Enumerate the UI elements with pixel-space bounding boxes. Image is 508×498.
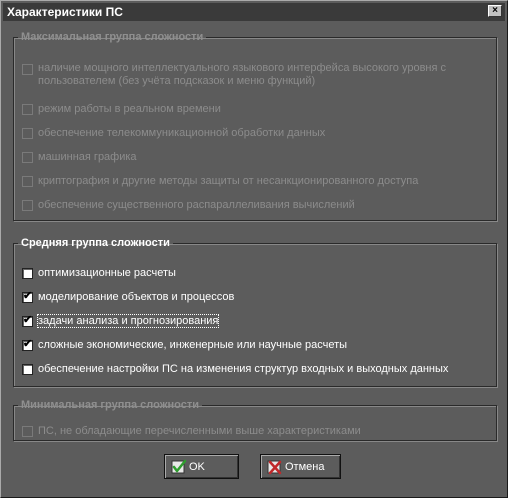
checkbox-item-telecom[interactable]: обеспечение телекоммуникационной обработ… xyxy=(22,127,492,141)
checkmark-icon xyxy=(171,459,187,474)
cancel-button-label: Отмена xyxy=(285,461,325,473)
checkbox[interactable] xyxy=(22,176,33,187)
group-minimum-complexity: Минимальная группа сложности ПС, не обла… xyxy=(13,399,497,441)
checkbox-label: оптимизационные расчеты xyxy=(38,267,176,279)
group-medium-complexity: Средняя группа сложности оптимизационные… xyxy=(13,237,497,387)
check-mark-icon: ✔ xyxy=(23,290,33,302)
checkbox[interactable] xyxy=(22,364,33,375)
checkbox-item-crypto[interactable]: криптография и другие методы защиты от н… xyxy=(22,175,492,189)
checkbox-label: режим работы в реальном времени xyxy=(38,103,221,115)
checkbox-item-language-interface[interactable]: наличие мощного интеллектуального языков… xyxy=(22,62,492,90)
checkbox-label: обеспечение телекоммуникационной обработ… xyxy=(38,127,326,139)
checkbox[interactable] xyxy=(22,128,33,139)
checkbox-label: обеспечение существенного распараллелива… xyxy=(38,199,355,211)
checkbox[interactable]: ✔ xyxy=(22,290,33,303)
group-maximum-complexity: Максимальная группа сложности наличие мо… xyxy=(13,31,497,221)
checkbox-item-no-characteristics[interactable]: ПС, не обладающие перечисленными выше ха… xyxy=(22,425,492,439)
dialog-window: Характеристики ПС × Максимальная группа … xyxy=(0,0,508,498)
group-medium-legend: Средняя группа сложности xyxy=(21,237,170,249)
checkbox-item-realtime[interactable]: режим работы в реальном времени xyxy=(22,103,492,117)
ok-button[interactable]: OK xyxy=(164,454,239,479)
checkbox-label: моделирование объектов и процессов xyxy=(38,291,235,303)
group-maximum-legend: Максимальная группа сложности xyxy=(21,31,204,43)
checkbox[interactable]: ✔ xyxy=(22,338,33,351)
checkbox[interactable] xyxy=(22,152,33,163)
check-mark-icon: ✔ xyxy=(23,338,33,350)
checkbox-item-complex-calculations[interactable]: ✔ сложные экономические, инженерные или … xyxy=(22,338,492,353)
group-minimum-legend: Минимальная группа сложности xyxy=(21,399,199,411)
checkbox-item-graphics[interactable]: машинная графика xyxy=(22,151,492,165)
checkbox-item-optimization[interactable]: оптимизационные расчеты xyxy=(22,267,492,281)
checkbox[interactable] xyxy=(22,268,33,279)
checkbox-item-analysis[interactable]: ✔ задачи анализа и прогнозирования xyxy=(22,314,492,329)
checkbox-label: наличие мощного интеллектуального языков… xyxy=(38,62,447,74)
checkbox[interactable] xyxy=(22,104,33,115)
checkbox[interactable] xyxy=(22,200,33,211)
close-icon: × xyxy=(492,5,498,16)
checkbox-item-parallel[interactable]: обеспечение существенного распараллелива… xyxy=(22,199,492,213)
checkbox-label: сложные экономические, инженерные или на… xyxy=(38,339,348,351)
checkbox[interactable]: ✔ xyxy=(22,314,33,327)
check-mark-icon: ✔ xyxy=(23,314,33,326)
checkbox-label: криптография и другие методы защиты от н… xyxy=(38,175,419,187)
checkbox[interactable] xyxy=(22,426,33,437)
window-title: Характеристики ПС xyxy=(7,5,123,19)
checkbox-label: обеспечение настройки ПС на изменения ст… xyxy=(38,363,449,375)
cancel-x-icon xyxy=(267,460,282,475)
cancel-button[interactable]: Отмена xyxy=(260,454,341,479)
checkbox-label-line2: пользователем (без учёта подсказок и мен… xyxy=(38,75,316,87)
title-bar[interactable]: Характеристики ПС × xyxy=(3,3,505,21)
checkbox-label: машинная графика xyxy=(38,151,137,163)
checkbox-label: ПС, не обладающие перечисленными выше ха… xyxy=(38,425,361,437)
checkbox-label: задачи анализа и прогнозирования xyxy=(36,314,220,328)
checkbox-item-modeling[interactable]: ✔ моделирование объектов и процессов xyxy=(22,290,492,305)
close-button[interactable]: × xyxy=(488,5,502,17)
checkbox[interactable] xyxy=(22,64,33,75)
checkbox-item-data-structures[interactable]: обеспечение настройки ПС на изменения ст… xyxy=(22,363,492,377)
ok-button-label: OK xyxy=(189,461,205,473)
